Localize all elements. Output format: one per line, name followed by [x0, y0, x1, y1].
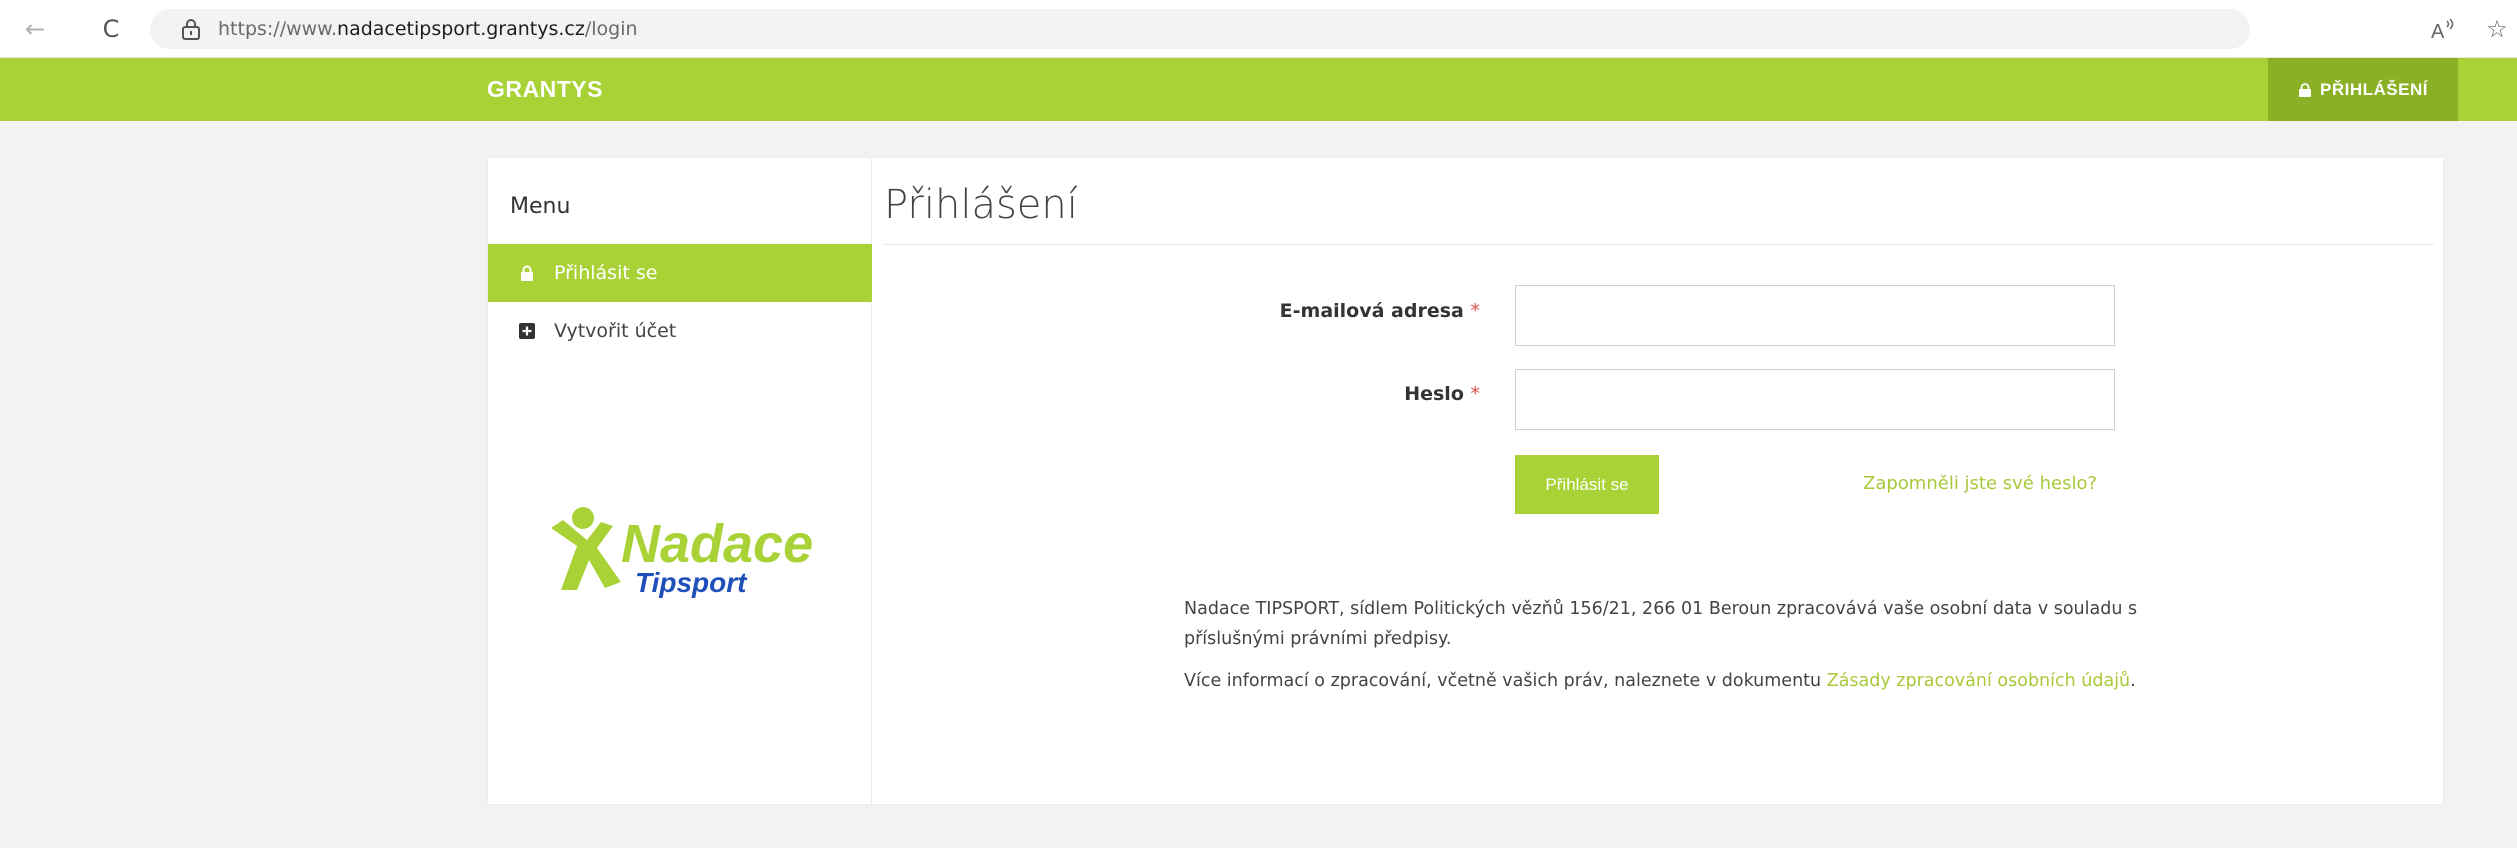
- privacy-text-2: Více informací o zpracování, včetně vaši…: [1184, 671, 1822, 691]
- url-prefix: https://www.: [218, 18, 338, 40]
- email-label-text: E-mailová adresa: [1279, 300, 1464, 322]
- plus-square-icon: [519, 323, 535, 339]
- sidebar: Menu Přihlásit se Vytvořit účet Nadace T…: [488, 158, 872, 804]
- page-title: Přihlášení: [884, 182, 1078, 228]
- login-nav-label: PŘIHLÁŠENÍ: [2320, 79, 2428, 99]
- lock-icon: [2299, 82, 2312, 97]
- email-field[interactable]: [1515, 285, 2115, 346]
- site-header: GRANTYS PŘIHLÁŠENÍ: [0, 58, 2517, 121]
- url-text[interactable]: https://www.nadacetipsport.grantys.cz/lo…: [218, 16, 638, 42]
- svg-text:A: A: [2431, 21, 2445, 43]
- login-submit-button[interactable]: Přihlásit se: [1515, 455, 1659, 514]
- reload-icon[interactable]: C: [94, 12, 128, 46]
- logo-text-line2: Tipsport: [635, 567, 748, 598]
- read-aloud-icon[interactable]: A: [2428, 14, 2458, 44]
- brand-logo-text[interactable]: GRANTYS: [487, 76, 603, 103]
- lock-icon: [521, 265, 533, 281]
- password-label: Heslo *: [1262, 383, 1480, 405]
- password-label-text: Heslo: [1404, 383, 1464, 405]
- nadace-tipsport-logo: Nadace Tipsport: [551, 507, 813, 598]
- browser-toolbar: ← C https://www.nadacetipsport.grantys.c…: [0, 0, 2517, 58]
- privacy-notice: Nadace TIPSPORT, sídlem Politických vězň…: [1184, 594, 2144, 708]
- logo-text-line1: Nadace: [621, 514, 813, 574]
- site-info-icon[interactable]: [178, 16, 204, 42]
- title-divider: [884, 244, 2434, 245]
- back-arrow-icon[interactable]: ←: [18, 12, 52, 46]
- required-mark: *: [1470, 300, 1481, 322]
- email-label: E-mailová adresa *: [1262, 300, 1480, 322]
- required-mark: *: [1470, 383, 1481, 405]
- sidebar-item-create-account[interactable]: Vytvořit účet: [488, 302, 872, 360]
- login-content: Přihlášení E-mailová adresa * Heslo * Př…: [872, 158, 2444, 804]
- page-panel: Menu Přihlásit se Vytvořit účet Nadace T…: [487, 157, 2444, 805]
- privacy-end: .: [2130, 671, 2136, 691]
- privacy-policy-link[interactable]: Zásady zpracování osobních údajů: [1827, 671, 2130, 691]
- forgot-password-link[interactable]: Zapomněli jste své heslo?: [1863, 473, 2097, 494]
- url-path: /login: [584, 18, 638, 40]
- sidebar-item-login[interactable]: Přihlásit se: [488, 244, 872, 302]
- privacy-text-2-wrap: Více informací o zpracování, včetně vaši…: [1184, 666, 2144, 696]
- sidebar-item-label: Přihlásit se: [554, 262, 658, 284]
- favorite-star-icon[interactable]: ☆: [2482, 14, 2512, 44]
- privacy-text-1: Nadace TIPSPORT, sídlem Politických vězň…: [1184, 599, 2138, 649]
- password-field[interactable]: [1515, 369, 2115, 430]
- url-host: nadacetipsport.grantys.cz: [337, 18, 585, 40]
- sidebar-item-label: Vytvořit účet: [554, 320, 677, 342]
- login-nav-tab[interactable]: PŘIHLÁŠENÍ: [2268, 58, 2458, 121]
- menu-title: Menu: [510, 194, 571, 219]
